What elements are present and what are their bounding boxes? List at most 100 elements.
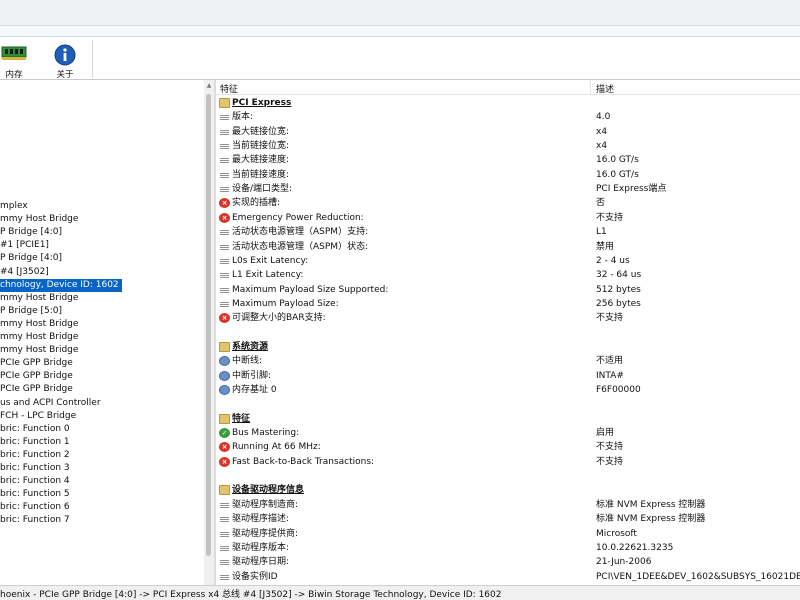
section-header[interactable]: 特征 — [216, 412, 800, 426]
tree-item[interactable]: PCIe GPP Bridge — [0, 357, 73, 370]
property-field: 驱动程序制造商: — [232, 499, 299, 510]
tree-item[interactable]: P Bridge [5:0] — [0, 305, 62, 318]
tree-item[interactable]: bric: Function 0 — [0, 423, 70, 436]
section-icon — [219, 341, 230, 352]
property-value: PCI\VEN_1DEE&DEV_1602&SUBSYS_16021DEE&RE — [596, 571, 800, 582]
property-row[interactable]: 当前链接速度: 16.0 GT/s — [216, 168, 800, 182]
property-row[interactable]: Maximum Payload Size Supported: 512 bytes — [216, 283, 800, 297]
column-header-field[interactable]: 特征 — [220, 82, 238, 95]
property-field: PCI Express — [232, 98, 292, 108]
property-row[interactable]: 驱动程序制造商: 标准 NVM Express 控制器 — [216, 498, 800, 512]
property-field: 最大链接速度: — [232, 155, 290, 166]
property-field: 特征 — [232, 413, 251, 424]
property-row[interactable]: × 可调整大小的BAR支持: 不支持 — [216, 311, 800, 325]
tree-scroll-thumb[interactable] — [206, 94, 211, 556]
property-row[interactable]: 中断线: 不适用 — [216, 354, 800, 368]
property-row[interactable]: L0s Exit Latency: 2 - 4 us — [216, 254, 800, 268]
tree-item[interactable]: PCIe GPP Bridge — [0, 370, 73, 383]
tree-item[interactable]: #1 [PCIE1] — [0, 239, 49, 252]
property-field: 驱动程序版本: — [232, 542, 290, 553]
property-row[interactable]: 驱动程序日期: 21-Jun-2006 — [216, 555, 800, 569]
property-row[interactable]: 版本: 4.0 — [216, 110, 800, 124]
property-row[interactable]: × 实现的插槽: 否 — [216, 196, 800, 210]
tree-item[interactable]: mmy Host Bridge — [0, 292, 78, 305]
about-button[interactable]: 关于 — [45, 42, 85, 80]
tree-item[interactable]: mmy Host Bridge — [0, 344, 78, 357]
property-row[interactable]: 驱动程序提供商: Microsoft — [216, 527, 800, 541]
tree-item[interactable]: PCIe GPP Bridge — [0, 383, 73, 396]
property-row[interactable]: 活动状态电源管理（ASPM）支持: L1 — [216, 225, 800, 239]
property-field: 设备/端口类型: — [232, 184, 293, 195]
property-row[interactable]: 设备/端口类型: PCI Express端点 — [216, 182, 800, 196]
property-row[interactable]: × Running At 66 MHz: 不支持 — [216, 440, 800, 454]
property-row[interactable]: × Emergency Power Reduction: 不支持 — [216, 211, 800, 225]
property-row[interactable]: 活动状态电源管理（ASPM）状态: 禁用 — [216, 240, 800, 254]
tree-item[interactable]: bric: Function 2 — [0, 449, 70, 462]
error-icon: × — [219, 456, 230, 467]
property-value: 不适用 — [596, 356, 624, 367]
property-field: 版本: — [232, 112, 254, 123]
property-row[interactable]: 中断引脚: INTA# — [216, 369, 800, 383]
property-value: INTA# — [596, 370, 624, 381]
dash-icon — [219, 155, 230, 165]
error-icon: × — [219, 198, 230, 209]
tree-item[interactable]: bric: Function 7 — [0, 514, 70, 527]
property-row[interactable]: 最大链接位宽: x4 — [216, 125, 800, 139]
tree-item[interactable]: bric: Function 1 — [0, 436, 70, 449]
dash-icon — [219, 543, 230, 553]
property-row[interactable]: 最大链接速度: 16.0 GT/s — [216, 153, 800, 167]
property-row[interactable]: Maximum Payload Size: 256 bytes — [216, 297, 800, 311]
tree-item[interactable]: us and ACPI Controller — [0, 397, 101, 410]
tree-item[interactable]: P Bridge [4:0] — [0, 226, 62, 239]
property-row[interactable]: 设备实例ID PCI\VEN_1DEE&DEV_1602&SUBSYS_16021… — [216, 570, 800, 584]
property-row[interactable]: ✓ Bus Mastering: 启用 — [216, 426, 800, 440]
property-row[interactable]: 驱动程序版本: 10.0.22621.3235 — [216, 541, 800, 555]
property-field: 系统资源 — [232, 341, 269, 352]
status-bar: hoenix - PCIe GPP Bridge [4:0] -> PCI Ex… — [0, 585, 800, 600]
section-header[interactable]: 设备驱动程序信息 — [216, 483, 800, 497]
tree-item[interactable]: FCH - LPC Bridge — [0, 410, 76, 423]
resource-icon — [219, 385, 230, 395]
memory-button[interactable]: 内存 — [0, 42, 34, 80]
column-divider[interactable] — [590, 80, 591, 95]
property-value: 标准 NVM Express 控制器 — [596, 514, 706, 525]
property-row[interactable]: 当前链接位宽: x4 — [216, 139, 800, 153]
property-value: 512 bytes — [596, 284, 641, 295]
property-row[interactable]: × Fast Back-to-Back Transactions: 不支持 — [216, 455, 800, 469]
dash-icon — [219, 242, 230, 252]
tree-item[interactable]: bric: Function 6 — [0, 501, 70, 514]
section-header[interactable]: PCI Express — [216, 96, 800, 110]
properties-pane: 特征 描述 PCI Express 版本: 4.0 最大链接位宽: x4 当前链接位宽: x… — [216, 80, 800, 585]
tree-item[interactable]: P Bridge [4:0] — [0, 252, 62, 265]
scroll-up-arrow-icon[interactable]: ▲ — [205, 82, 213, 90]
property-row[interactable]: 驱动程序描述: 标准 NVM Express 控制器 — [216, 512, 800, 526]
property-value: 启用 — [596, 428, 615, 439]
property-value: 256 bytes — [596, 298, 641, 309]
property-value: x4 — [596, 126, 608, 137]
property-field: L1 Exit Latency: — [232, 270, 304, 281]
property-value: L1 — [596, 227, 607, 238]
tree-item[interactable]: bric: Function 5 — [0, 488, 70, 501]
tree-item[interactable]: mmy Host Bridge — [0, 213, 78, 226]
section-header[interactable]: 系统资源 — [216, 340, 800, 354]
tree-item[interactable]: mmy Host Bridge — [0, 318, 78, 331]
property-value: 禁用 — [596, 241, 615, 252]
tree-item[interactable]: bric: Function 4 — [0, 475, 70, 488]
about-button-label: 关于 — [56, 70, 74, 80]
property-row[interactable]: 内存基址 0 F6F00000 — [216, 383, 800, 397]
title-bar — [0, 0, 800, 26]
property-field: 活动状态电源管理（ASPM）支持: — [232, 227, 369, 238]
property-value: 标准 NVM Express 控制器 — [596, 499, 706, 510]
property-value: 不支持 — [596, 456, 624, 467]
tree-item[interactable]: #4 [J3502] — [0, 266, 49, 279]
tree-item[interactable]: bric: Function 3 — [0, 462, 70, 475]
error-icon: × — [219, 313, 230, 324]
tree-scrollbar[interactable]: ▲ — [204, 80, 214, 585]
property-field: Running At 66 MHz: — [232, 442, 321, 453]
tree-item[interactable]: mplex — [0, 200, 28, 213]
tree-item[interactable]: chnology, Device ID: 1602 — [0, 278, 122, 292]
property-row[interactable]: L1 Exit Latency: 32 - 64 us — [216, 268, 800, 282]
column-header-description[interactable]: 描述 — [596, 82, 614, 95]
property-field: 可调整大小的BAR支持: — [232, 313, 326, 324]
tree-item[interactable]: mmy Host Bridge — [0, 331, 78, 344]
